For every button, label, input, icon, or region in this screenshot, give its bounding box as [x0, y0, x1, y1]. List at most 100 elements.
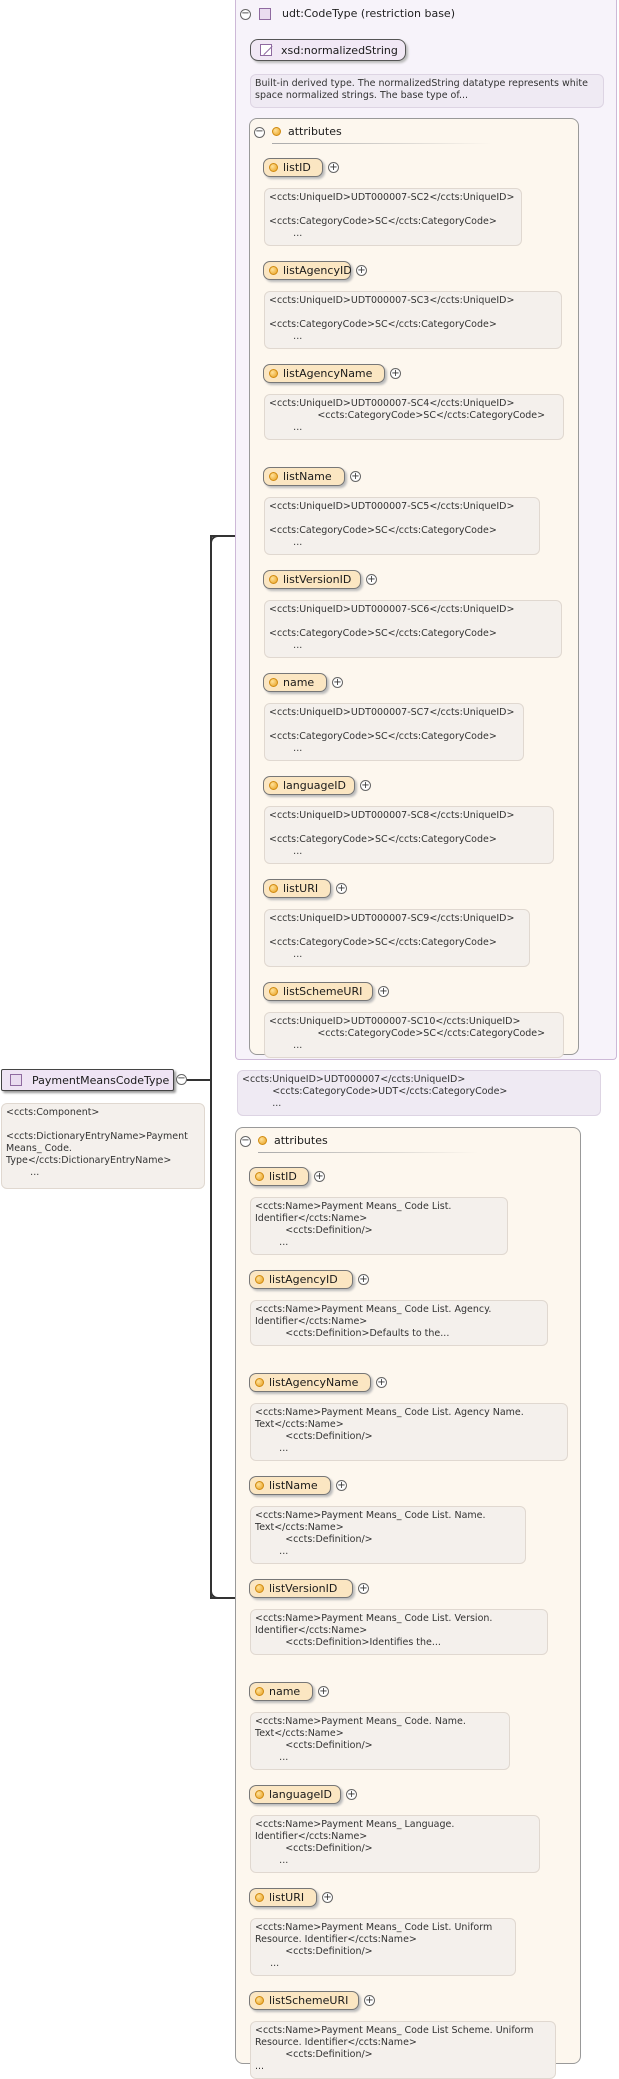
attribute-group-icon — [272, 127, 281, 136]
attribute-group-icon — [258, 1136, 267, 1145]
attribute-expand-button[interactable]: + — [390, 368, 401, 379]
attribute-expand-button[interactable]: + — [318, 1686, 329, 1697]
attribute-listSchemeURI[interactable]: listSchemeURI — [263, 982, 373, 1001]
connector-curve-bottom — [210, 1585, 224, 1599]
attribute-documentation: <ccts:UniqueID>UDT000007-SC5</ccts:Uniqu… — [264, 497, 540, 555]
attribute-icon — [255, 1790, 264, 1799]
attribute-name[interactable]: name — [249, 1682, 313, 1701]
root-annotation: <ccts:Component> <ccts:DictionaryEntryNa… — [1, 1103, 205, 1189]
attribute-documentation: <ccts:Name>Payment Means_ Code. Name. Te… — [250, 1712, 510, 1770]
attribute-documentation: <ccts:Name>Payment Means_ Code List. Uni… — [250, 1918, 516, 1976]
attribute-expand-button[interactable]: + — [358, 1274, 369, 1285]
attribute-icon — [269, 781, 278, 790]
base-type-box[interactable]: xsd:normalizedString — [250, 39, 406, 61]
attribute-name: listName — [269, 1479, 318, 1492]
attribute-name: listVersionID — [283, 573, 351, 586]
attribute-icon — [255, 1481, 264, 1490]
attribute-documentation: <ccts:UniqueID>UDT000007-SC9</ccts:Uniqu… — [264, 909, 530, 967]
attribute-listID[interactable]: listID — [263, 158, 323, 177]
base-type-label: xsd:normalizedString — [281, 44, 398, 57]
attribute-documentation: <ccts:UniqueID>UDT000007-SC3</ccts:Uniqu… — [264, 291, 562, 349]
simple-type-icon — [260, 44, 272, 56]
attribute-documentation: <ccts:UniqueID>UDT000007-SC7</ccts:Uniqu… — [264, 703, 524, 761]
attribute-listName[interactable]: listName — [263, 467, 345, 486]
root-collapse-button[interactable]: − — [176, 1074, 187, 1085]
attribute-documentation: <ccts:UniqueID>UDT000007-SC10</ccts:Uniq… — [264, 1012, 564, 1058]
attribute-expand-button[interactable]: + — [360, 780, 371, 791]
attribute-icon — [255, 1893, 264, 1902]
attribute-documentation: <ccts:Name>Payment Means_ Code List. Age… — [250, 1403, 568, 1461]
attribute-icon — [269, 472, 278, 481]
attribute-expand-button[interactable]: + — [364, 1995, 375, 2006]
local-attributes-divider — [258, 1152, 478, 1153]
attribute-documentation: <ccts:Name>Payment Means_ Language. Iden… — [250, 1815, 540, 1873]
attribute-icon — [269, 369, 278, 378]
attribute-icon — [255, 1378, 264, 1387]
attribute-icon — [269, 575, 278, 584]
restriction-collapse-button[interactable]: − — [240, 9, 251, 20]
attribute-name: listName — [283, 470, 332, 483]
attribute-documentation: <ccts:UniqueID>UDT000007-SC4</ccts:Uniqu… — [264, 394, 564, 440]
attribute-icon — [269, 678, 278, 687]
attribute-name: name — [269, 1685, 300, 1698]
connector-vertical — [210, 535, 212, 1599]
attribute-expand-button[interactable]: + — [378, 986, 389, 997]
attribute-documentation: <ccts:UniqueID>UDT000007-SC8</ccts:Uniqu… — [264, 806, 554, 864]
attribute-documentation: <ccts:UniqueID>UDT000007-SC6</ccts:Uniqu… — [264, 600, 562, 658]
attribute-expand-button[interactable]: + — [358, 1583, 369, 1594]
attribute-name: listAgencyID — [283, 264, 352, 277]
attribute-listID[interactable]: listID — [249, 1167, 309, 1186]
attribute-icon — [269, 266, 278, 275]
attribute-expand-button[interactable]: + — [332, 677, 343, 688]
attribute-expand-button[interactable]: + — [376, 1377, 387, 1388]
attribute-expand-button[interactable]: + — [366, 574, 377, 585]
attributes-title: attributes — [288, 125, 342, 138]
attribute-name[interactable]: name — [263, 673, 327, 692]
attribute-expand-button[interactable]: + — [336, 883, 347, 894]
attribute-listVersionID[interactable]: listVersionID — [249, 1579, 353, 1598]
root-type-label: PaymentMeansCodeType — [32, 1074, 169, 1087]
attribute-listSchemeURI[interactable]: listSchemeURI — [249, 1991, 359, 2010]
attribute-expand-button[interactable]: + — [322, 1892, 333, 1903]
attribute-listAgencyName[interactable]: listAgencyName — [249, 1373, 371, 1392]
attribute-listAgencyName[interactable]: listAgencyName — [263, 364, 385, 383]
attribute-listVersionID[interactable]: listVersionID — [263, 570, 361, 589]
attribute-expand-button[interactable]: + — [328, 162, 339, 173]
restriction-header: udt:CodeType (restriction base) — [282, 7, 455, 20]
restriction-annotation: <ccts:UniqueID>UDT000007</ccts:UniqueID>… — [237, 1070, 601, 1116]
connector-curve-top — [210, 535, 224, 549]
attribute-expand-button[interactable]: + — [314, 1171, 325, 1182]
attributes-collapse-button[interactable]: − — [254, 127, 265, 138]
attribute-listAgencyID[interactable]: listAgencyID — [263, 261, 351, 280]
attribute-listURI[interactable]: listURI — [263, 879, 331, 898]
attribute-documentation: <ccts:Name>Payment Means_ Code List. Ver… — [250, 1609, 548, 1655]
attribute-expand-button[interactable]: + — [356, 265, 367, 276]
attribute-name: listAgencyName — [283, 367, 372, 380]
attribute-expand-button[interactable]: + — [346, 1789, 357, 1800]
attribute-listAgencyID[interactable]: listAgencyID — [249, 1270, 353, 1289]
attribute-icon — [255, 1687, 264, 1696]
attribute-name: listAgencyName — [269, 1376, 358, 1389]
connector-root-stub — [186, 1079, 210, 1081]
attribute-languageID[interactable]: languageID — [263, 776, 355, 795]
attribute-icon — [255, 1584, 264, 1593]
attribute-documentation: <ccts:Name>Payment Means_ Code List. Ide… — [250, 1197, 508, 1255]
local-attributes-collapse-button[interactable]: − — [240, 1136, 251, 1147]
complex-type-icon — [10, 1074, 22, 1086]
attribute-expand-button[interactable]: + — [350, 471, 361, 482]
attribute-documentation: <ccts:Name>Payment Means_ Code List. Nam… — [250, 1506, 526, 1564]
attribute-name: listSchemeURI — [269, 1994, 348, 2007]
attribute-icon — [255, 1996, 264, 2005]
attribute-listName[interactable]: listName — [249, 1476, 331, 1495]
local-attributes-title: attributes — [274, 1134, 328, 1147]
attributes-divider — [272, 143, 492, 144]
attribute-icon — [269, 163, 278, 172]
attribute-languageID[interactable]: languageID — [249, 1785, 341, 1804]
attribute-icon — [269, 884, 278, 893]
root-type-box[interactable]: PaymentMeansCodeType — [1, 1069, 174, 1091]
attribute-name: name — [283, 676, 314, 689]
base-type-documentation: Built-in derived type. The normalizedStr… — [250, 74, 604, 108]
attribute-listURI[interactable]: listURI — [249, 1888, 317, 1907]
attribute-name: languageID — [269, 1788, 332, 1801]
attribute-expand-button[interactable]: + — [336, 1480, 347, 1491]
